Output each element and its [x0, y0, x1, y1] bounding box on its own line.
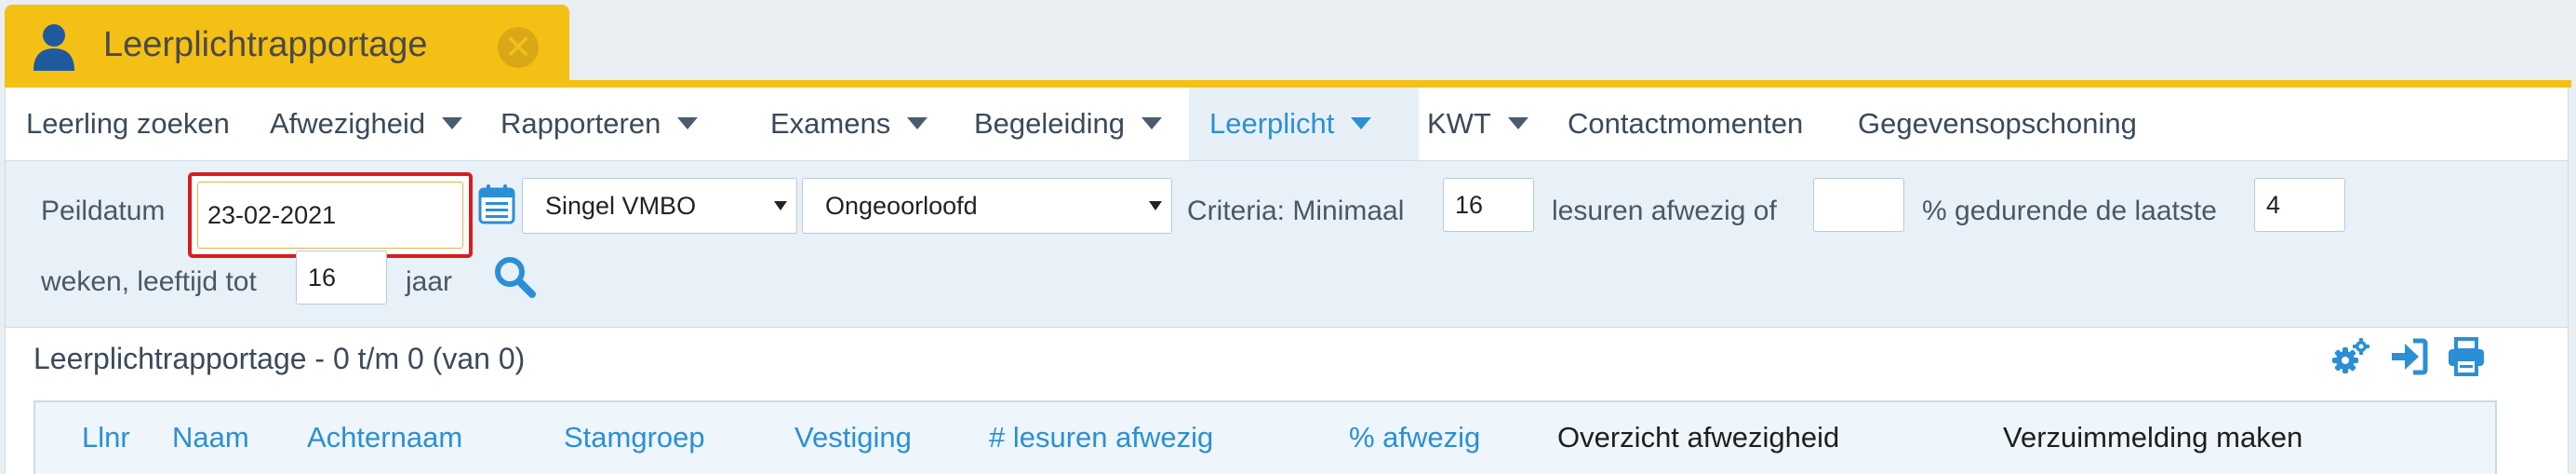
weeks-label: weken, leeftijd tot [41, 266, 257, 297]
main-panel: Leerling zoeken Afwezigheid Rapporteren … [5, 88, 2569, 474]
menu-begeleiding[interactable]: Begeleiding [954, 88, 1216, 160]
column-header-lesuren-afwezig[interactable]: # lesuren afwezig [989, 402, 1213, 473]
export-icon[interactable] [2389, 337, 2428, 376]
min-lesuren-input[interactable] [1443, 178, 1534, 232]
chevron-down-icon [1507, 117, 1528, 130]
chevron-down-icon [1351, 117, 1372, 130]
weeks-input[interactable] [2254, 178, 2345, 232]
chevron-down-icon [907, 117, 928, 130]
close-icon[interactable]: ✕ [498, 27, 539, 68]
vestiging-select[interactable]: Singel VMBO [522, 178, 797, 234]
menu-gegevensopschoning[interactable]: Gegevensopschoning [1837, 88, 2174, 160]
age-label: jaar [406, 266, 453, 297]
chevron-down-icon [677, 117, 699, 130]
percent-label: % gedurende de laatste [1922, 196, 2217, 226]
column-header-vestiging[interactable]: Vestiging [794, 402, 912, 473]
column-header-percent-afwezig[interactable]: % afwezig [1349, 402, 1480, 473]
window-tab[interactable]: Leerplichtrapportage ✕ [5, 5, 569, 83]
lesuren-label: lesuren afwezig of [1552, 196, 1777, 226]
print-icon[interactable] [2447, 337, 2486, 376]
column-header-llnr[interactable]: Llnr [82, 402, 130, 473]
chevron-down-icon [1141, 117, 1163, 130]
column-header-naam[interactable]: Naam [172, 402, 249, 473]
chevron-down-icon [442, 117, 463, 130]
menu-examens[interactable]: Examens [750, 88, 975, 160]
column-header-achternaam[interactable]: Achternaam [307, 402, 462, 473]
main-menu: Leerling zoeken Afwezigheid Rapporteren … [6, 88, 2568, 161]
verzuim-type-select[interactable]: Ongeoorloofd [802, 178, 1172, 234]
window-title: Leerplichtrapportage [103, 25, 428, 64]
search-icon[interactable] [493, 255, 536, 298]
user-icon [33, 24, 74, 71]
menu-leerling-zoeken[interactable]: Leerling zoeken [6, 88, 268, 160]
peildatum-highlight: 23-02-2021 [188, 172, 473, 258]
column-header-verzuimmelding-maken: Verzuimmelding maken [2003, 421, 2303, 454]
age-input[interactable] [296, 251, 387, 305]
criteria-label: Criteria: Minimaal [1187, 196, 1405, 226]
calendar-icon[interactable] [478, 183, 515, 224]
peildatum-label: Peildatum [41, 196, 166, 226]
results-table: Llnr Naam Achternaam Stamgroep Vestiging… [33, 400, 2497, 474]
menu-afwezigheid[interactable]: Afwezigheid [249, 88, 512, 160]
column-header-overzicht-afwezigheid: Overzicht afwezigheid [1557, 421, 1840, 454]
menu-kwt[interactable]: KWT [1407, 88, 1567, 160]
peildatum-input[interactable]: 23-02-2021 [197, 182, 463, 249]
menu-leerplicht[interactable]: Leerplicht [1189, 88, 1419, 160]
menu-rapporteren[interactable]: Rapporteren [480, 88, 752, 160]
settings-icon[interactable] [2331, 337, 2370, 376]
menu-contactmomenten[interactable]: Contactmomenten [1547, 88, 1847, 160]
chevron-down-icon [774, 201, 787, 210]
filter-bar: Peildatum 23-02-2021 Singel VMBO Ongeoor… [6, 161, 2568, 328]
column-header-stamgroep[interactable]: Stamgroep [564, 402, 705, 473]
percent-input[interactable] [1813, 178, 1904, 232]
results-title: Leerplichtrapportage - 0 t/m 0 (van 0) [33, 342, 526, 375]
chevron-down-icon [1149, 201, 1162, 210]
tab-accent-bar [5, 80, 2571, 88]
